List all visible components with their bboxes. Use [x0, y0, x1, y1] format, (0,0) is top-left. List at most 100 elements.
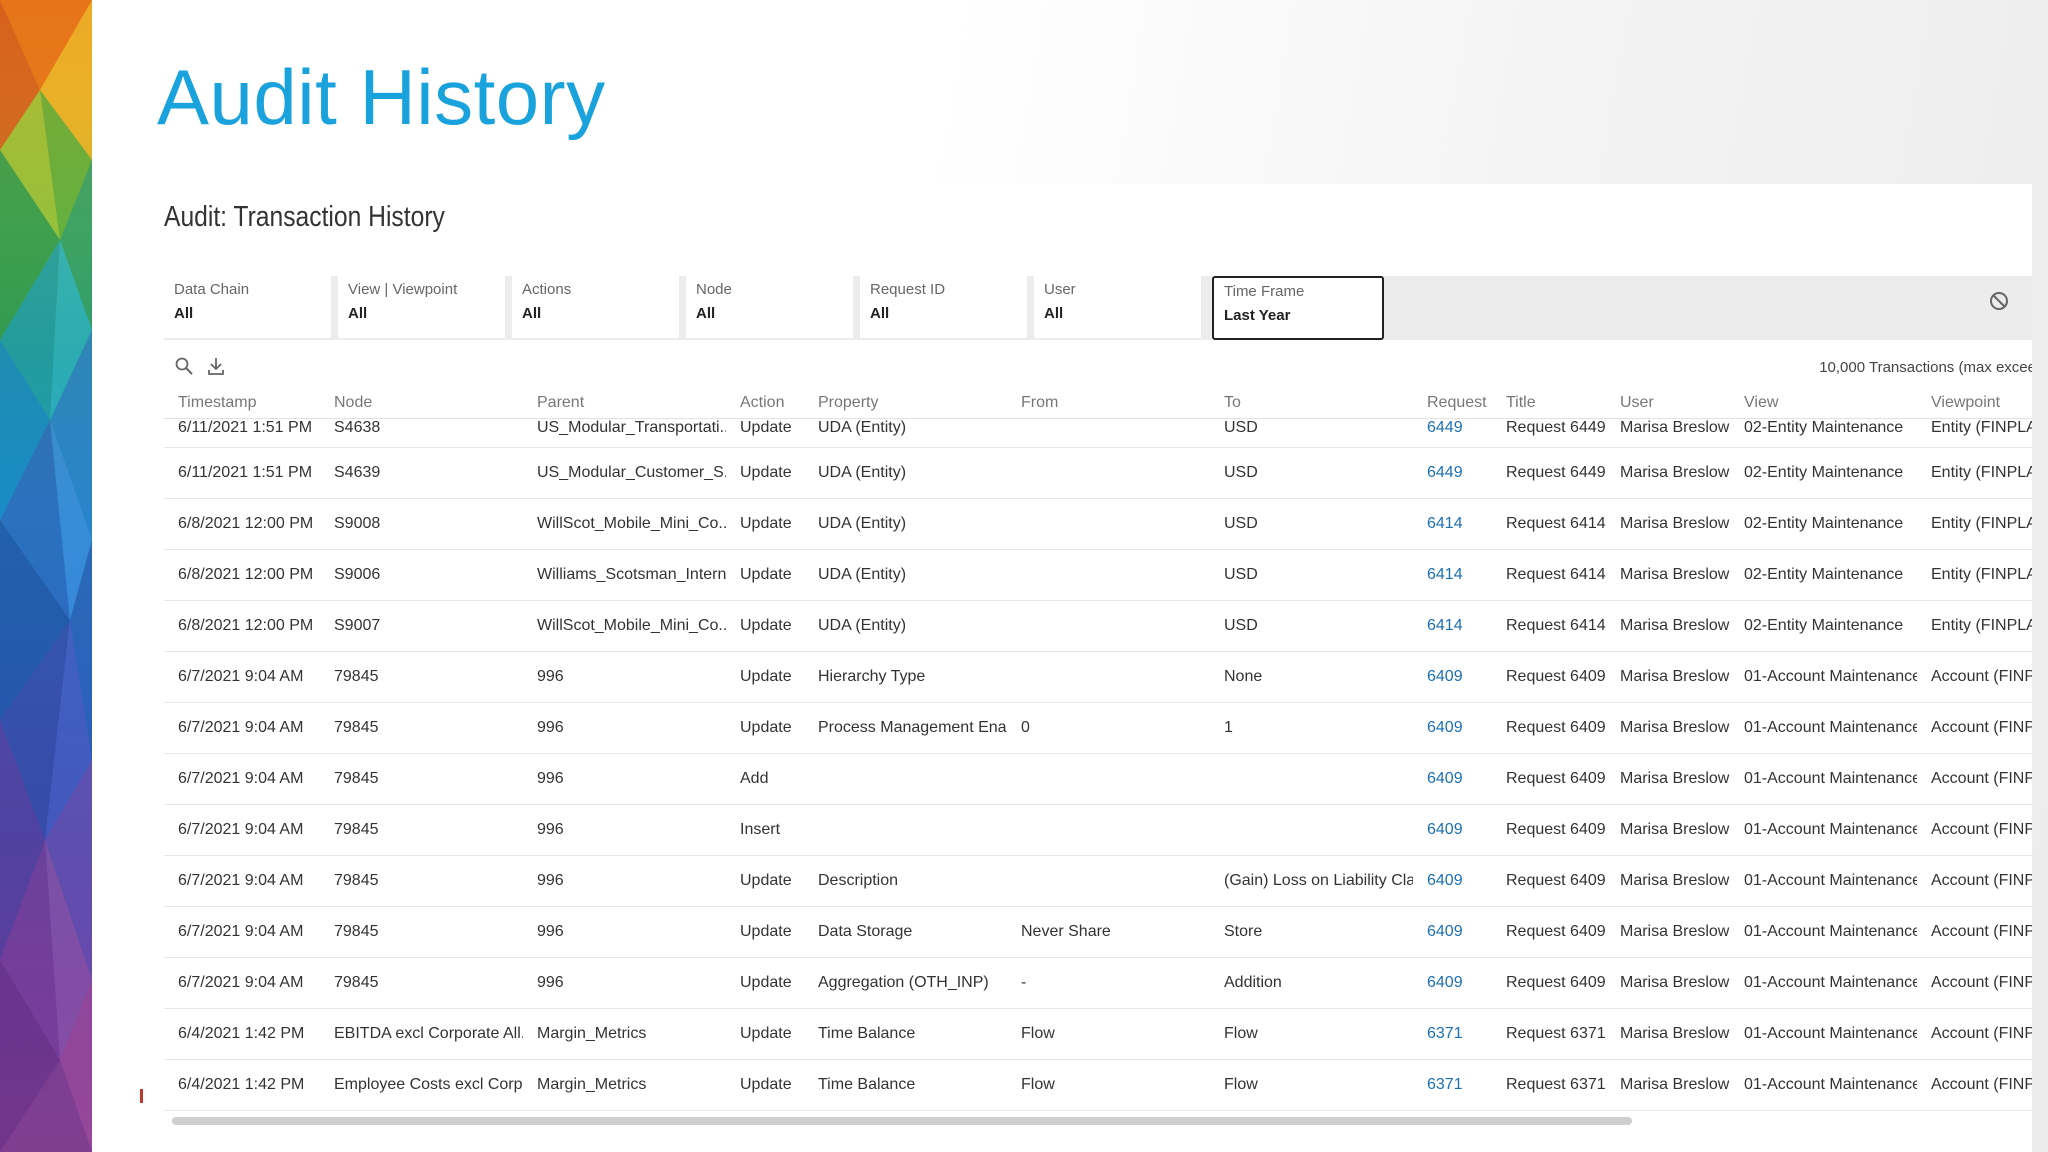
table-cell: 6/7/2021 9:04 AM: [164, 855, 320, 907]
column-header[interactable]: Viewpoint: [1917, 388, 2032, 419]
request-link[interactable]: 6371: [1413, 1059, 1492, 1111]
table-cell: Marisa Breslow: [1606, 651, 1730, 703]
table-cell: [1007, 753, 1210, 805]
table-row[interactable]: 6/7/2021 9:04 AM 79845 996 Insert 6409 Reques…: [164, 804, 2032, 856]
filter-node[interactable]: Node All: [686, 276, 856, 338]
table-cell: 02-Entity Maintenance: [1730, 447, 1917, 499]
table-cell: Entity (FINPLAN): [1917, 447, 2032, 499]
table-cell: Update: [726, 906, 804, 958]
filter-user[interactable]: User All: [1034, 276, 1204, 338]
table-row[interactable]: 6/7/2021 9:04 AM 79845 996 Update Process Ma…: [164, 702, 2032, 754]
column-header[interactable]: Node: [320, 388, 523, 419]
column-header[interactable]: To: [1210, 388, 1413, 419]
table-cell: Update: [726, 418, 804, 448]
filter-time-frame[interactable]: Time Frame Last Year: [1212, 276, 1384, 340]
table-cell: Request 6409: [1492, 753, 1606, 805]
table-cell: USD: [1210, 447, 1413, 499]
table-cell: Account (FINPLA: [1917, 804, 2032, 856]
table-row[interactable]: 6/7/2021 9:04 AM 79845 996 Update Descriptio…: [164, 855, 2032, 907]
table-cell: Account (FINPLA: [1917, 1059, 2032, 1111]
table-row[interactable]: 6/8/2021 12:00 PM S9006 Williams_Scotsman_…: [164, 549, 2032, 601]
request-link[interactable]: 6409: [1413, 906, 1492, 958]
table-cell: 6/7/2021 9:04 AM: [164, 804, 320, 856]
request-link[interactable]: 6409: [1413, 651, 1492, 703]
filter-actions[interactable]: Actions All: [512, 276, 682, 338]
table-cell: [1007, 804, 1210, 856]
table-cell: 79845: [320, 855, 523, 907]
table-cell: Request 6409: [1492, 957, 1606, 1009]
decorative-mark: [140, 1089, 143, 1103]
download-icon[interactable]: [206, 356, 226, 381]
column-header[interactable]: Action: [726, 388, 804, 419]
table-row[interactable]: 6/7/2021 9:04 AM 79845 996 Update Data Stora…: [164, 906, 2032, 958]
column-header[interactable]: Title: [1492, 388, 1606, 419]
filter-label: Data Chain: [174, 281, 250, 298]
table-row[interactable]: 6/7/2021 9:04 AM 79845 996 Update Aggregatio…: [164, 957, 2032, 1009]
table-cell: [1007, 498, 1210, 550]
table-row[interactable]: 6/4/2021 1:42 PM EBITDA excl Corporate Al…: [164, 1008, 2032, 1060]
table-row[interactable]: 6/8/2021 12:00 PM S9007 WillScot_Mobile_Mi…: [164, 600, 2032, 652]
table-cell: 79845: [320, 651, 523, 703]
slide-title: Audit History: [157, 53, 606, 141]
table-cell: Marisa Breslow: [1606, 753, 1730, 805]
table-cell: Marisa Breslow: [1606, 702, 1730, 754]
column-header[interactable]: From: [1007, 388, 1210, 419]
filter-view-viewpoint[interactable]: View | Viewpoint All: [338, 276, 508, 338]
table-cell: Marisa Breslow: [1606, 804, 1730, 856]
decorative-stripe: [0, 0, 92, 1152]
request-link[interactable]: 6449: [1413, 447, 1492, 499]
table-cell: 996: [523, 753, 726, 805]
request-link[interactable]: 6409: [1413, 702, 1492, 754]
column-header[interactable]: Property: [804, 388, 1007, 419]
table-cell: USD: [1210, 418, 1413, 448]
column-header[interactable]: Timestamp: [164, 388, 320, 419]
table-row[interactable]: 6/8/2021 12:00 PM S9008 WillScot_Mobile_Mi…: [164, 498, 2032, 550]
filter-label: Time Frame: [1224, 283, 1305, 300]
table-cell: 6/7/2021 9:04 AM: [164, 651, 320, 703]
table-cell: [804, 753, 1007, 805]
column-header[interactable]: User: [1606, 388, 1730, 419]
table-cell: [1210, 804, 1413, 856]
table-row[interactable]: 6/7/2021 9:04 AM 79845 996 Update Hierarchy …: [164, 651, 2032, 703]
filter-request-id[interactable]: Request ID All: [860, 276, 1030, 338]
table-cell: Request 6449: [1492, 418, 1606, 448]
request-link[interactable]: 6449: [1413, 418, 1492, 448]
table-cell: 6/11/2021 1:51 PM: [164, 418, 320, 448]
request-link[interactable]: 6414: [1413, 498, 1492, 550]
audit-panel: Audit: Transaction History Data Chain Al…: [164, 184, 2032, 1152]
table-cell: Account (FINPLA: [1917, 651, 2032, 703]
table-row[interactable]: 6/11/2021 1:51 PM S4639 US_Modular_Custome…: [164, 447, 2032, 499]
table-cell: UDA (Entity): [804, 498, 1007, 550]
horizontal-scrollbar[interactable]: [172, 1117, 1632, 1125]
table-cell: Account (FINPLA: [1917, 1008, 2032, 1060]
column-header[interactable]: View: [1730, 388, 1917, 419]
table-row[interactable]: 6/4/2021 1:42 PM Employee Costs excl Corp…: [164, 1059, 2032, 1111]
table-cell: 01-Account Maintenance: [1730, 804, 1917, 856]
table-row[interactable]: 6/11/2021 1:51 PM S4638 US_Modular_Transpo…: [164, 418, 2032, 448]
request-link[interactable]: 6409: [1413, 957, 1492, 1009]
request-link[interactable]: 6414: [1413, 549, 1492, 601]
table-cell: Update: [726, 702, 804, 754]
table-cell: Williams_Scotsman_Intern...: [523, 549, 726, 601]
filter-data-chain[interactable]: Data Chain All: [164, 276, 334, 338]
table-cell: 6/8/2021 12:00 PM: [164, 498, 320, 550]
table-row[interactable]: 6/7/2021 9:04 AM 79845 996 Add 6409 Request 6…: [164, 753, 2032, 805]
column-header[interactable]: Parent: [523, 388, 726, 419]
table-cell: UDA (Entity): [804, 447, 1007, 499]
column-header[interactable]: Request: [1413, 388, 1492, 419]
search-icon[interactable]: [174, 356, 194, 381]
request-link[interactable]: 6414: [1413, 600, 1492, 652]
table-cell: Marisa Breslow: [1606, 906, 1730, 958]
request-link[interactable]: 6409: [1413, 804, 1492, 856]
table-cell: 79845: [320, 804, 523, 856]
table-cell: Marisa Breslow: [1606, 418, 1730, 448]
table-cell: 79845: [320, 702, 523, 754]
table-cell: Request 6409: [1492, 651, 1606, 703]
table-cell: Entity (FINPLAN): [1917, 600, 2032, 652]
request-link[interactable]: 6409: [1413, 855, 1492, 907]
table-cell: 6/7/2021 9:04 AM: [164, 753, 320, 805]
request-link[interactable]: 6371: [1413, 1008, 1492, 1060]
clear-filters-icon[interactable]: [1988, 290, 2010, 317]
table-cell: 996: [523, 651, 726, 703]
request-link[interactable]: 6409: [1413, 753, 1492, 805]
